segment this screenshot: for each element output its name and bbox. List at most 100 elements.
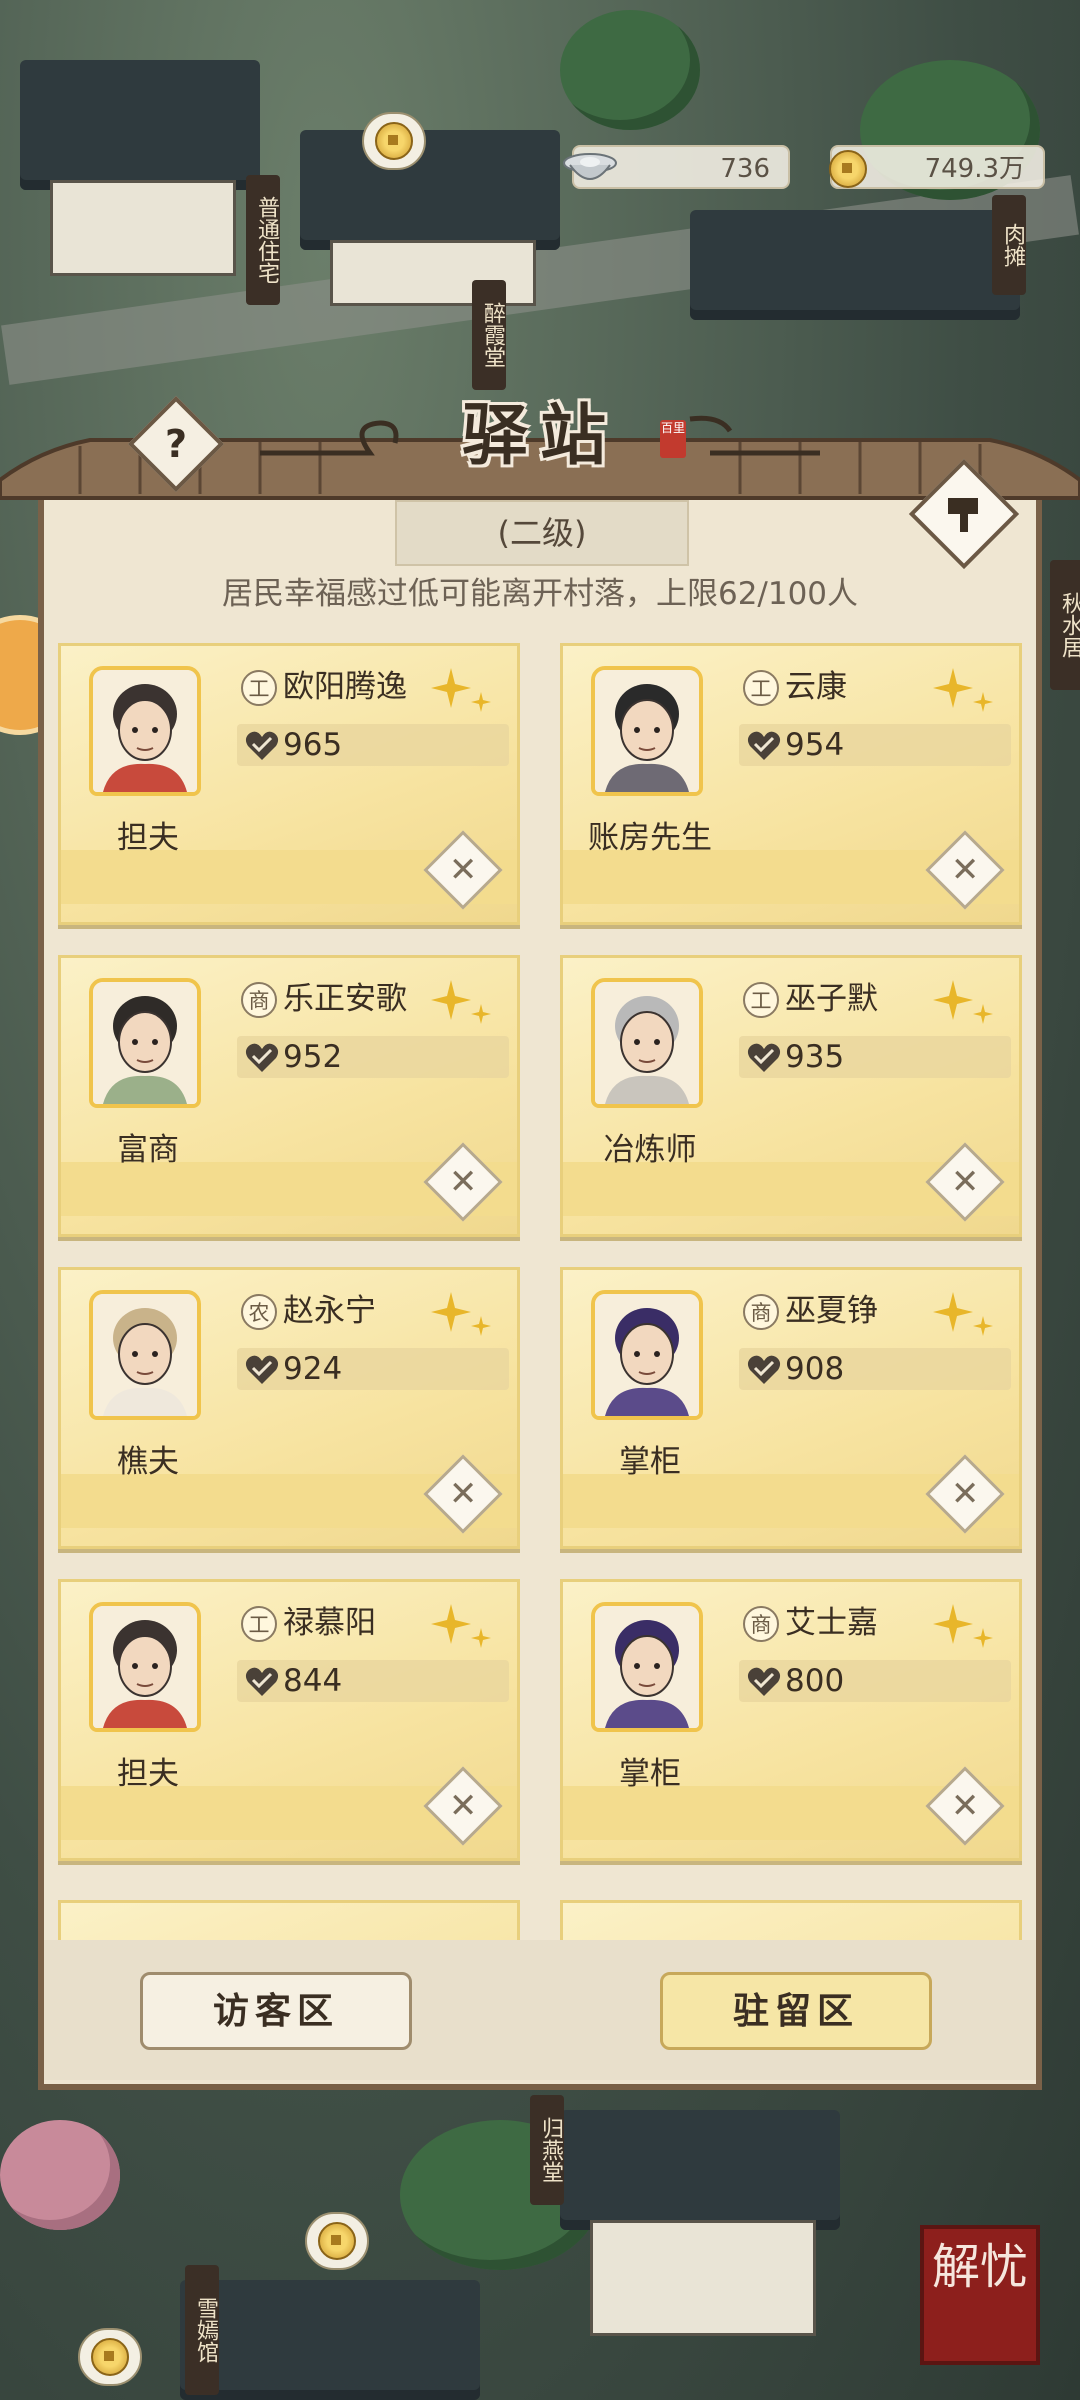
- coin-collect-bubble[interactable]: [305, 2212, 369, 2270]
- resident-name: 禄慕阳: [283, 1605, 376, 1641]
- resident-job: 冶炼师: [603, 1132, 697, 1168]
- capacity-notice: 居民幸福感过低可能离开村落，上限62/100人: [221, 576, 859, 612]
- resident-card-2[interactable]: 账房先生 工 云康 954 ✕: [560, 643, 1022, 925]
- coin-value: 749.3万: [924, 154, 1025, 184]
- sign-qiushui[interactable]: 秋水居: [1050, 560, 1080, 690]
- silver-value: 736: [720, 154, 770, 184]
- resident-card-7[interactable]: 担夫 工 禄慕阳 844 ✕: [58, 1579, 520, 1861]
- happiness-heart-icon: [747, 1043, 781, 1072]
- close-icon: ✕: [950, 1786, 980, 1826]
- coin-counter: 749.3万: [829, 145, 1045, 189]
- sparkle-icon: [933, 668, 993, 712]
- title-seal: 百里: [660, 420, 686, 458]
- sparkle-icon: [933, 1604, 993, 1648]
- sign-xueyan[interactable]: 雪嫣馆: [185, 2265, 219, 2395]
- resident-portrait: [89, 978, 201, 1108]
- happiness-score: 800: [785, 1663, 845, 1699]
- resident-card-8[interactable]: 掌柜 商 艾士嘉 800 ✕: [560, 1579, 1022, 1861]
- happiness-score: 935: [785, 1039, 845, 1075]
- close-icon: ✕: [950, 850, 980, 890]
- resident-portrait: [591, 1602, 703, 1732]
- jieyou-button[interactable]: 解忧: [920, 2225, 1040, 2365]
- sparkle-icon: [431, 1604, 491, 1648]
- resident-portrait: [591, 666, 703, 796]
- happiness-score: 952: [283, 1039, 343, 1075]
- coin-icon: [91, 2338, 129, 2376]
- sparkle-icon: [431, 668, 491, 712]
- resident-card-6[interactable]: 掌柜 商 巫夏铮 908 ✕: [560, 1267, 1022, 1549]
- blossom-tree: [0, 2120, 120, 2230]
- sign-putong[interactable]: 普通住宅: [246, 175, 280, 305]
- resident-card-1[interactable]: 担夫 工 欧阳腾逸 965 ✕: [58, 643, 520, 925]
- building-roof: [690, 210, 1020, 320]
- close-icon: ✕: [950, 1162, 980, 1202]
- sign-guiyan[interactable]: 归燕堂: [530, 2095, 564, 2205]
- sign-routan[interactable]: 肉摊: [992, 195, 1026, 295]
- happiness-heart-icon: [245, 1043, 279, 1072]
- happiness-heart-icon: [747, 1355, 781, 1384]
- happiness-heart-icon: [245, 731, 279, 760]
- building-roof: [300, 130, 560, 250]
- close-icon: ✕: [448, 850, 478, 890]
- resident-job: 掌柜: [619, 1444, 681, 1480]
- resident-card-partial: [58, 1900, 520, 1940]
- sparkle-icon: [933, 980, 993, 1024]
- happiness-heart-icon: [245, 1355, 279, 1384]
- resident-card-partial: [560, 1900, 1022, 1940]
- resident-name: 欧阳腾逸: [283, 669, 407, 705]
- resident-card-3[interactable]: 富商 商 乐正安歌 952 ✕: [58, 955, 520, 1237]
- silver-ingot-icon: [562, 141, 618, 197]
- coin-collect-bubble[interactable]: [78, 2328, 142, 2386]
- hammer-icon: [948, 498, 978, 532]
- resident-card-5[interactable]: 樵夫 农 赵永宁 924 ✕: [58, 1267, 520, 1549]
- happiness-score: 924: [283, 1351, 343, 1387]
- coin-icon: [318, 2222, 356, 2260]
- building-level: (二级): [395, 500, 689, 566]
- cloud-ornament: [260, 415, 820, 456]
- sparkle-icon: [431, 980, 491, 1024]
- resident-area-button[interactable]: 驻留区: [660, 1972, 932, 2050]
- close-icon: ✕: [448, 1162, 478, 1202]
- happiness-score: 954: [785, 727, 845, 763]
- sparkle-icon: [933, 1292, 993, 1336]
- resident-name: 巫子默: [785, 981, 878, 1017]
- resident-job: 担夫: [117, 820, 179, 856]
- resident-card-4[interactable]: 冶炼师 工 巫子默 935 ✕: [560, 955, 1022, 1237]
- copper-coin-icon: [820, 141, 876, 197]
- happiness-heart-icon: [747, 1667, 781, 1696]
- close-icon: ✕: [950, 1474, 980, 1514]
- tree: [560, 10, 700, 130]
- silver-counter: 736: [563, 145, 790, 189]
- resident-portrait: [591, 978, 703, 1108]
- happiness-heart-icon: [747, 731, 781, 760]
- category-badge: 工: [743, 670, 779, 706]
- visitor-area-button[interactable]: 访客区: [140, 1972, 412, 2050]
- category-badge: 农: [241, 1294, 277, 1330]
- category-badge: 商: [241, 982, 277, 1018]
- sign-zuixia[interactable]: 醉霞堂: [472, 280, 506, 390]
- building-roof: [560, 2110, 840, 2230]
- resident-name: 云康: [785, 669, 847, 705]
- sparkle-icon: [431, 1292, 491, 1336]
- happiness-heart-icon: [245, 1667, 279, 1696]
- happiness-score: 965: [283, 727, 343, 763]
- building-wall: [590, 2220, 816, 2336]
- resident-job: 掌柜: [619, 1756, 681, 1792]
- resident-portrait: [89, 1290, 201, 1420]
- resident-portrait: [89, 1602, 201, 1732]
- coin-collect-bubble[interactable]: [362, 112, 426, 170]
- resident-name: 艾士嘉: [785, 1605, 878, 1641]
- building-wall: [50, 180, 236, 276]
- resident-list[interactable]: 担夫 工 欧阳腾逸 965 ✕ 账房先生 工 云康 954 ✕ 富商 商 乐正安…: [55, 640, 1035, 1940]
- category-badge: 工: [241, 1606, 277, 1642]
- resident-name: 赵永宁: [283, 1293, 376, 1329]
- resident-job: 富商: [117, 1132, 179, 1168]
- close-icon: ✕: [448, 1786, 478, 1826]
- category-badge: 工: [241, 670, 277, 706]
- category-badge: 商: [743, 1606, 779, 1642]
- resident-name: 乐正安歌: [283, 981, 407, 1017]
- resident-job: 担夫: [117, 1756, 179, 1792]
- happiness-score: 908: [785, 1351, 845, 1387]
- resident-job: 账房先生: [588, 820, 712, 856]
- resident-portrait: [89, 666, 201, 796]
